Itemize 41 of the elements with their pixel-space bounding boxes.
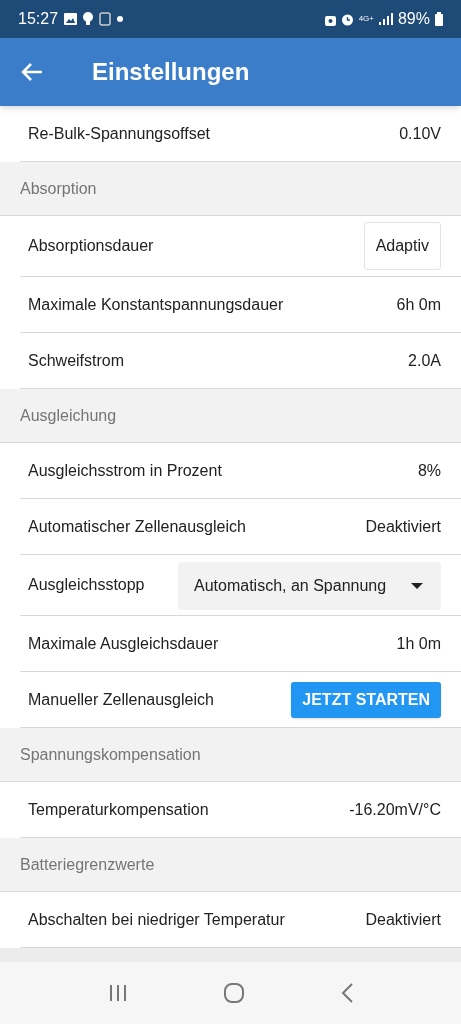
setting-label: Automatischer Zellenausgleich (28, 516, 246, 537)
setting-value: 6h 0m (396, 294, 441, 315)
setting-value: Deaktiviert (365, 909, 441, 930)
setting-label: Ausgleichsstopp (28, 575, 145, 595)
image-icon (64, 13, 78, 25)
value-button[interactable]: Adaptiv (363, 222, 441, 270)
setting-label: Absorptionsdauer (28, 236, 154, 256)
battery-level: 89% (397, 9, 430, 29)
dropdown[interactable]: Automatisch, an Spannung (178, 562, 441, 610)
caret-icon (411, 583, 423, 589)
battery-icon (435, 12, 443, 26)
back-icon[interactable] (339, 982, 354, 1004)
section-header: Spannungskompensation (0, 728, 461, 782)
clock: 15:27 (18, 9, 59, 29)
setting-label: Maximale Konstantspannungsdauer (28, 294, 284, 315)
setting-label: Ausgleichsstrom in Prozent (28, 460, 222, 481)
setting-label: Schweifstrom (28, 350, 125, 371)
section-header: Batteriegrenzwerte (0, 838, 461, 892)
setting-value: 2.0A (408, 350, 441, 371)
page-title: Einstellungen (92, 57, 250, 87)
alarm-icon (340, 12, 354, 26)
setting-value: 8% (417, 460, 441, 481)
setting-label: Abschalten bei niedriger Temperatur (28, 909, 285, 930)
back-arrow-icon (21, 62, 43, 82)
setting-label: Temperaturkompensation (28, 799, 209, 820)
recent-apps-icon[interactable] (107, 983, 128, 1003)
home-icon[interactable] (222, 982, 245, 1004)
section-header: Absorption (0, 162, 461, 216)
setting-value: 0.10V (399, 123, 441, 144)
dot-icon (117, 16, 124, 22)
signal-icon (378, 13, 393, 25)
setting-label: Maximale Ausgleichsdauer (28, 633, 219, 654)
setting-value: -16.20mV/°C (349, 799, 441, 820)
setting-value: Deaktiviert (365, 516, 441, 537)
setting-value: 1h 0m (396, 633, 441, 654)
bulb-icon (83, 12, 94, 26)
setting-label: Manueller Zellenausgleich (28, 689, 214, 710)
setting-label: Re-Bulk-Spannungsoffset (28, 123, 211, 144)
app-icon (99, 12, 112, 26)
network-type: 4G+ (358, 15, 374, 23)
section-header: Ausgleichung (0, 389, 461, 443)
